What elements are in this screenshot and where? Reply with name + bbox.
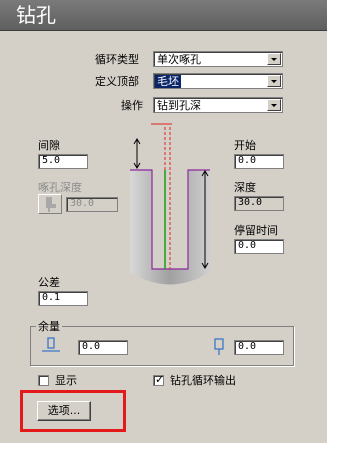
depth-field[interactable]: 30.0 [234,196,284,211]
define-top-label: 定义顶部 [95,75,139,88]
operation-label: 操作 [121,99,143,112]
chevron-down-icon[interactable] [267,99,281,111]
cycle-type-value: 单次啄孔 [157,53,201,66]
peck-depth-icon[interactable] [38,194,62,214]
cycle-type-dropdown[interactable]: 单次啄孔 [153,51,283,67]
allowance-label: 余量 [36,320,62,333]
peck-depth-field[interactable]: 30.0 [66,197,118,212]
drill-cycle-output-label: 钻孔循环输出 [170,374,236,387]
panel-title: 钻孔 [16,3,56,27]
tolerance-field[interactable]: 0.1 [38,291,88,306]
operation-value: 钻到孔深 [157,99,201,112]
display-label: 显示 [55,374,77,387]
cycle-type-label: 循环类型 [95,53,139,66]
peck-depth-label: 啄孔深度 [38,181,82,194]
start-field[interactable]: 0.0 [234,154,284,169]
drill-cycle-output-checkbox[interactable]: ✓ [153,373,165,386]
checkmark-icon: ✓ [155,373,165,386]
dwell-label: 停留时间 [234,224,278,237]
chevron-down-icon[interactable] [267,53,281,65]
floor-allowance-icon [40,336,62,354]
drilling-panel: 钻孔 循环类型 单次啄孔 定义顶部 毛坯 操作 钻到孔深 间隙 5.0 啄孔深度… [0,0,328,443]
clearance-field[interactable]: 5.0 [38,154,88,169]
dwell-field[interactable]: 0.0 [234,239,284,254]
define-top-value: 毛坯 [155,75,181,88]
highlight-box [20,390,126,432]
clearance-label: 间隙 [38,139,60,152]
radial-allowance-icon [210,337,228,357]
chevron-down-icon[interactable] [267,75,281,87]
depth-label: 深度 [234,181,256,194]
drill-diagram [125,112,225,287]
operation-dropdown[interactable]: 钻到孔深 [153,97,283,113]
start-label: 开始 [234,139,256,152]
define-top-dropdown[interactable]: 毛坯 [153,73,283,89]
display-checkbox[interactable] [38,375,49,386]
tolerance-label: 公差 [38,276,60,289]
panel-title-bar: 钻孔 [0,0,327,31]
allowance-field-2[interactable]: 0.0 [234,340,284,355]
allowance-field-1[interactable]: 0.0 [78,340,128,355]
